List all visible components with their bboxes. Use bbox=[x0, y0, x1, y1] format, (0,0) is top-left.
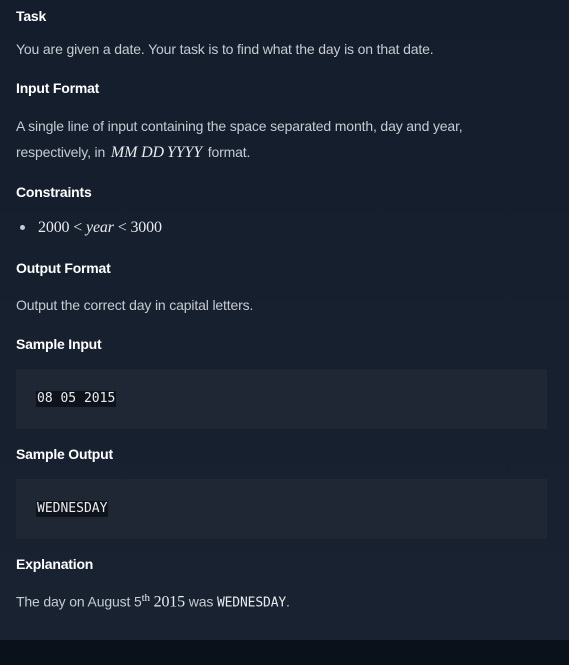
input-format-line2-prefix: respectively, in bbox=[16, 144, 106, 160]
constraint-low: 2000 bbox=[38, 219, 70, 236]
sample-input-code: 08 05 2015 bbox=[36, 391, 117, 407]
sample-input-heading: Sample Input bbox=[16, 336, 102, 352]
constraints-heading: Constraints bbox=[16, 184, 92, 200]
explanation-prefix: The day on August 5 bbox=[16, 593, 142, 610]
task-text: You are given a date. Your task is to fi… bbox=[16, 41, 434, 57]
input-format-line2-suffix: format. bbox=[207, 144, 251, 160]
input-format-heading: Input Format bbox=[16, 80, 100, 96]
problem-statement-panel bbox=[0, 0, 569, 640]
constraint-high: 3000 bbox=[130, 219, 162, 236]
constraint-var: year bbox=[86, 219, 114, 236]
explanation-year: 2015 bbox=[153, 593, 186, 611]
math-yyyy: YYYY bbox=[167, 144, 202, 161]
math-mm: MM bbox=[110, 144, 138, 161]
constraint-item: 2000 < year < 3000 bbox=[20, 219, 162, 237]
sample-input-codeblock[interactable]: 08 05 2015 bbox=[16, 369, 547, 429]
input-format-line1: A single line of input containing the sp… bbox=[16, 118, 463, 134]
explanation-sup: th bbox=[141, 592, 150, 604]
sample-output-codeblock[interactable]: WEDNESDAY bbox=[16, 479, 547, 539]
explanation-heading: Explanation bbox=[16, 556, 94, 572]
output-format-text: Output the correct day in capital letter… bbox=[16, 297, 254, 313]
bullet-icon bbox=[20, 224, 25, 230]
task-heading: Task bbox=[16, 8, 47, 24]
explanation-code: WEDNESDAY bbox=[216, 595, 287, 611]
sample-output-code: WEDNESDAY bbox=[36, 501, 109, 517]
output-format-heading: Output Format bbox=[16, 260, 111, 276]
constraint-op1: < bbox=[73, 219, 83, 236]
math-dd: DD bbox=[141, 144, 164, 161]
format-math: MM DD YYYY bbox=[111, 144, 202, 161]
input-format-line2: respectively, in MM DD YYYY format. bbox=[16, 144, 250, 162]
constraint-math: 2000 < year < 3000 bbox=[38, 219, 162, 236]
explanation-period: . bbox=[286, 593, 290, 610]
sample-output-heading: Sample Output bbox=[16, 446, 113, 462]
explanation-text: The day on August 5th 2015 was WEDNESDAY… bbox=[16, 592, 290, 612]
footer-bar bbox=[0, 640, 569, 665]
explanation-was: was bbox=[188, 593, 214, 610]
constraint-op2: < bbox=[117, 219, 127, 236]
